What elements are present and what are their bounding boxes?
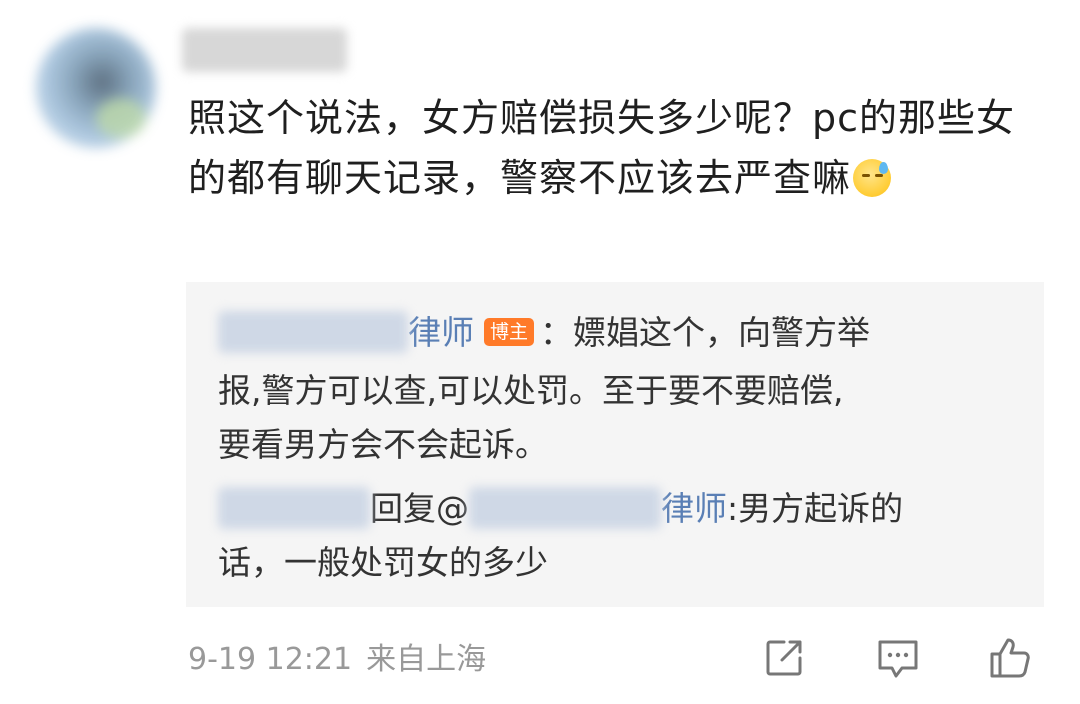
reply-1-line-2: 报,警方可以查,可以处罚。至于要不要赔偿, bbox=[218, 371, 844, 410]
reply-2-text-1: :男方起诉的 bbox=[727, 489, 904, 528]
reply-2-target-blurred[interactable] bbox=[469, 487, 661, 529]
comment-button[interactable] bbox=[874, 634, 922, 682]
comment-text: 照这个说法，女方赔偿损失多少呢？pc的那些女的都有聊天记录，警察不应该去严查嘛 bbox=[188, 88, 1048, 208]
username-blurred[interactable] bbox=[182, 28, 347, 72]
reply-1-author-suffix[interactable]: 律师 bbox=[408, 313, 474, 352]
share-button[interactable] bbox=[760, 634, 808, 682]
comment-body: 照这个说法，女方赔偿损失多少呢？pc的那些女的都有聊天记录，警察不应该去严查嘛 bbox=[188, 96, 1016, 200]
sweat-emoji-icon bbox=[853, 159, 892, 197]
reply-2-reply-word: 回复@ bbox=[370, 489, 469, 528]
comment-meta: 9-19 12:21 来自上海 bbox=[188, 640, 486, 680]
like-button[interactable] bbox=[986, 634, 1034, 682]
reply-1-line-3: 要看男方会不会起诉。 bbox=[218, 425, 548, 464]
reply-2-target-suffix[interactable]: 律师 bbox=[661, 489, 727, 528]
avatar[interactable] bbox=[36, 28, 156, 148]
reply-1-line-1: 律师 博主 ：嫖娼这个，向警方举 bbox=[218, 306, 870, 360]
reply-2-line-1: 回复@ 律师:男方起诉的 bbox=[218, 482, 903, 536]
reply-1-author-blurred[interactable] bbox=[218, 311, 408, 353]
comment-location: 来自上海 bbox=[366, 642, 487, 677]
reply-2-line-2: 话，一般处罚女的多少 bbox=[218, 543, 548, 582]
share-icon bbox=[766, 640, 802, 676]
comment-icon bbox=[878, 640, 918, 678]
blogger-badge: 博主 bbox=[484, 318, 535, 346]
thumbs-up-icon bbox=[990, 638, 1030, 678]
reply-2-author-blurred[interactable] bbox=[218, 487, 370, 529]
reply-box[interactable]: 律师 博主 ：嫖娼这个，向警方举 报,警方可以查,可以处罚。至于要不要赔偿, 要看男… bbox=[186, 282, 1044, 607]
reply-1-text-1: ：嫖娼这个，向警方举 bbox=[540, 313, 871, 352]
comment-time: 9-19 12:21 bbox=[188, 642, 353, 677]
